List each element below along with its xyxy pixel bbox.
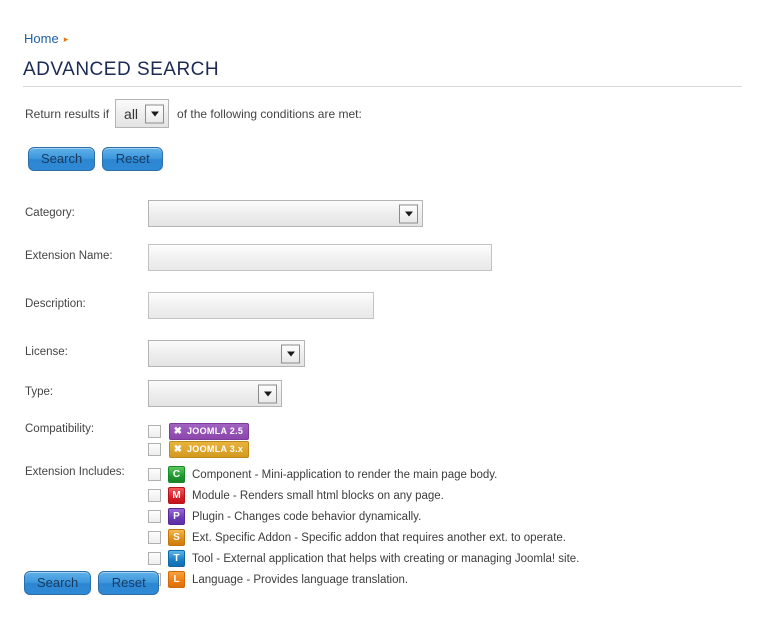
compatibility-label: Compatibility: [25, 423, 95, 435]
type-label: Type: [25, 386, 54, 398]
match-conditions-row: Return results if all of the following c… [25, 99, 362, 128]
extension-include-option: L Language - Provides language translatio… [148, 569, 765, 590]
license-label: License: [25, 346, 68, 358]
breadcrumb: Home ▸ [24, 31, 68, 47]
compatibility-options: ✖ JOOMLA 2.5 ✖ JOOMLA 3.x [148, 422, 765, 458]
joomla-logo-icon: ✖ [173, 425, 183, 437]
extension-include-label: Tool - External application that helps w… [192, 552, 580, 565]
extension-includes-label: Extension Includes: [25, 466, 125, 478]
chevron-down-icon [399, 204, 418, 223]
field-row-license: License: [0, 340, 765, 380]
search-button-bottom[interactable]: Search [24, 571, 92, 595]
extension-name-label: Extension Name: [25, 250, 113, 262]
extension-include-label: Component - Mini-application to render t… [192, 468, 498, 481]
extension-include-option: M Module - Renders small html blocks on a… [148, 485, 765, 506]
tool-icon: T [168, 550, 185, 567]
addon-icon: S [168, 529, 185, 546]
extension-include-option: S Ext. Specific Addon - Specific addon th… [148, 527, 765, 548]
match-type-select[interactable]: all [115, 99, 170, 128]
checkbox-addon[interactable] [148, 531, 161, 544]
checkbox-component[interactable] [148, 468, 161, 481]
breadcrumb-separator-icon: ▸ [63, 34, 69, 44]
bottom-button-row: Search Reset [24, 571, 160, 595]
extension-include-label: Module - Renders small html blocks on an… [192, 489, 444, 502]
extension-include-option: T Tool - External application that helps … [148, 548, 765, 569]
category-label: Category: [25, 207, 75, 219]
checkbox-tool[interactable] [148, 552, 161, 565]
license-select[interactable] [148, 340, 305, 367]
checkbox-joomla3x[interactable] [148, 442, 161, 456]
title-divider [23, 86, 742, 87]
language-icon: L [168, 571, 185, 588]
reset-button-bottom[interactable]: Reset [98, 571, 160, 595]
advanced-search-page: Home ▸ ADVANCED SEARCH Return results if … [0, 0, 765, 637]
component-icon: C [168, 466, 185, 483]
search-form: Category: Extension Name: Description: L… [0, 200, 765, 590]
chevron-down-icon [258, 384, 277, 403]
field-row-extension-name: Extension Name: [0, 244, 765, 292]
match-suffix-label: of the following conditions are met: [177, 106, 362, 121]
checkbox-joomla25[interactable] [148, 424, 161, 438]
type-select[interactable] [148, 380, 282, 407]
extension-include-option: C Component - Mini-application to render … [148, 464, 765, 485]
description-input[interactable] [148, 292, 374, 319]
extension-include-label: Ext. Specific Addon - Specific addon tha… [192, 531, 566, 544]
chevron-down-icon [145, 104, 165, 123]
field-row-type: Type: [0, 380, 765, 422]
plugin-icon: P [168, 508, 185, 525]
search-button-top[interactable]: Search [28, 147, 96, 171]
extension-include-option: P Plugin - Changes code behavior dynamica… [148, 506, 765, 527]
extension-includes-options: C Component - Mini-application to render … [148, 464, 765, 590]
category-select[interactable] [148, 200, 423, 227]
badge-joomla3x: ✖ JOOMLA 3.x [169, 440, 250, 458]
top-button-row: Search Reset [28, 147, 164, 171]
compatibility-option: ✖ JOOMLA 2.5 [148, 422, 765, 440]
extension-include-label: Plugin - Changes code behavior dynamical… [192, 510, 422, 523]
badge-label: JOOMLA 3.x [187, 444, 244, 454]
module-icon: M [168, 487, 185, 504]
checkbox-plugin[interactable] [148, 510, 161, 523]
field-row-compatibility: Compatibility: ✖ JOOMLA 2.5 ✖ JOOMLA 3.x [0, 422, 765, 464]
field-row-description: Description: [0, 292, 765, 340]
chevron-down-icon [281, 344, 300, 363]
extension-name-input[interactable] [148, 244, 492, 271]
joomla-logo-icon: ✖ [173, 443, 183, 455]
badge-joomla25: ✖ JOOMLA 2.5 [169, 422, 250, 440]
page-title: ADVANCED SEARCH [23, 59, 220, 80]
match-prefix-label: Return results if [25, 106, 110, 121]
compatibility-option: ✖ JOOMLA 3.x [148, 440, 765, 458]
checkbox-module[interactable] [148, 489, 161, 502]
field-row-category: Category: [0, 200, 765, 244]
match-type-value: all [124, 105, 139, 122]
reset-button-top[interactable]: Reset [102, 147, 164, 171]
breadcrumb-home-link[interactable]: Home [24, 31, 59, 46]
extension-include-label: Language - Provides language translation… [192, 573, 409, 586]
description-label: Description: [25, 298, 86, 310]
badge-label: JOOMLA 2.5 [187, 426, 244, 436]
